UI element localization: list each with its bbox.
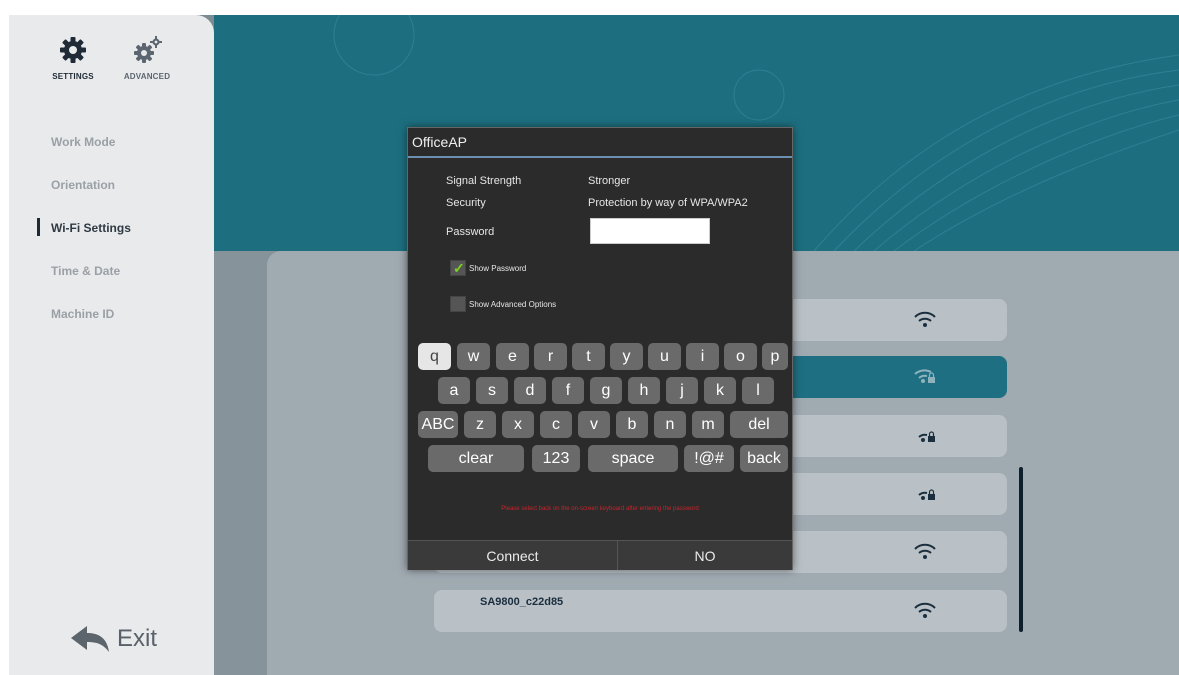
key-k[interactable]: k bbox=[704, 377, 736, 404]
key-x[interactable]: x bbox=[502, 411, 534, 438]
show-password-checkbox[interactable]: ✓ bbox=[450, 260, 466, 276]
settings-tab[interactable]: SETTINGS bbox=[41, 35, 105, 81]
key-f[interactable]: f bbox=[552, 377, 584, 404]
show-advanced-checkbox[interactable] bbox=[450, 296, 466, 312]
key-del[interactable]: del bbox=[730, 411, 788, 438]
advanced-gears-icon bbox=[134, 36, 162, 63]
settings-tab-label: SETTINGS bbox=[52, 72, 94, 81]
keyboard-hint: Please select back on the on-screen keyb… bbox=[501, 506, 699, 512]
key-123[interactable]: 123 bbox=[532, 445, 580, 472]
key-n[interactable]: n bbox=[654, 411, 686, 438]
checkmark-icon: ✓ bbox=[453, 260, 465, 276]
key-p[interactable]: p bbox=[762, 343, 788, 370]
network-ssid: SA9800_c22d85 bbox=[480, 596, 564, 608]
wifi-icon bbox=[914, 602, 936, 618]
key-g[interactable]: g bbox=[590, 377, 622, 404]
sidebar-item-work-mode[interactable]: Work Mode bbox=[51, 135, 115, 149]
key-h[interactable]: h bbox=[628, 377, 660, 404]
wifi-lock-icon bbox=[918, 431, 935, 442]
wifi-lock-icon bbox=[914, 369, 935, 383]
key-v[interactable]: v bbox=[578, 411, 610, 438]
signal-strength-value: Stronger bbox=[588, 175, 631, 187]
no-button[interactable]: NO bbox=[618, 540, 792, 570]
gear-icon bbox=[60, 37, 86, 63]
key-q[interactable]: q bbox=[418, 343, 451, 370]
network-row[interactable]: SA9800_c22d85 bbox=[434, 590, 1007, 632]
advanced-tab-label: ADVANCED bbox=[123, 72, 171, 81]
key-space[interactable]: space bbox=[588, 445, 678, 472]
dialog-title: OfficeAP bbox=[408, 128, 792, 158]
wifi-icon bbox=[914, 311, 936, 327]
key-o[interactable]: o bbox=[724, 343, 757, 370]
key-i[interactable]: i bbox=[686, 343, 719, 370]
key-u[interactable]: u bbox=[648, 343, 681, 370]
security-label: Security bbox=[446, 197, 486, 209]
key-t[interactable]: t bbox=[572, 343, 605, 370]
sidebar-item-time-date[interactable]: Time & Date bbox=[51, 264, 120, 278]
wifi-lock-icon bbox=[918, 489, 935, 500]
exit-label: Exit bbox=[117, 625, 158, 652]
wifi-connect-dialog: OfficeAP Signal Strength Stronger Securi… bbox=[407, 127, 793, 570]
security-value: Protection by way of WPA/WPA2 bbox=[588, 197, 748, 209]
app-frame: SETTINGS ADVANCED Work Mode Orientation … bbox=[9, 15, 1179, 675]
sidebar-item-wifi-settings[interactable]: Wi-Fi Settings bbox=[51, 221, 131, 235]
wifi-icon bbox=[914, 543, 936, 559]
signal-strength-label: Signal Strength bbox=[446, 175, 522, 187]
onscreen-keyboard: q w e r t y u i o p a s d f g h j k l AB… bbox=[414, 340, 788, 482]
sidebar-item-orientation[interactable]: Orientation bbox=[51, 178, 115, 192]
key-back[interactable]: back bbox=[740, 445, 788, 472]
scrollbar[interactable] bbox=[1019, 467, 1023, 632]
key-s[interactable]: s bbox=[476, 377, 508, 404]
show-advanced-label: Show Advanced Options bbox=[469, 300, 557, 309]
password-label: Password bbox=[446, 226, 495, 238]
key-abc[interactable]: ABC bbox=[418, 411, 458, 438]
exit-button[interactable]: Exit bbox=[69, 619, 179, 659]
advanced-tab[interactable]: ADVANCED bbox=[115, 35, 179, 81]
active-indicator bbox=[37, 218, 40, 236]
key-z[interactable]: z bbox=[464, 411, 496, 438]
show-password-label: Show Password bbox=[469, 264, 527, 273]
back-arrow-icon bbox=[71, 626, 109, 652]
key-j[interactable]: j bbox=[666, 377, 698, 404]
password-input[interactable] bbox=[590, 218, 710, 244]
key-y[interactable]: y bbox=[610, 343, 643, 370]
sidebar-item-machine-id[interactable]: Machine ID bbox=[51, 307, 114, 321]
key-c[interactable]: c bbox=[540, 411, 572, 438]
sidebar: SETTINGS ADVANCED Work Mode Orientation … bbox=[9, 15, 214, 675]
key-clear[interactable]: clear bbox=[428, 445, 524, 472]
key-w[interactable]: w bbox=[457, 343, 490, 370]
key-m[interactable]: m bbox=[692, 411, 724, 438]
key-symbols[interactable]: !@# bbox=[684, 445, 734, 472]
key-b[interactable]: b bbox=[616, 411, 648, 438]
key-d[interactable]: d bbox=[514, 377, 546, 404]
key-e[interactable]: e bbox=[496, 343, 529, 370]
key-r[interactable]: r bbox=[534, 343, 567, 370]
key-a[interactable]: a bbox=[438, 377, 470, 404]
key-l[interactable]: l bbox=[742, 377, 774, 404]
connect-button[interactable]: Connect bbox=[408, 540, 618, 570]
